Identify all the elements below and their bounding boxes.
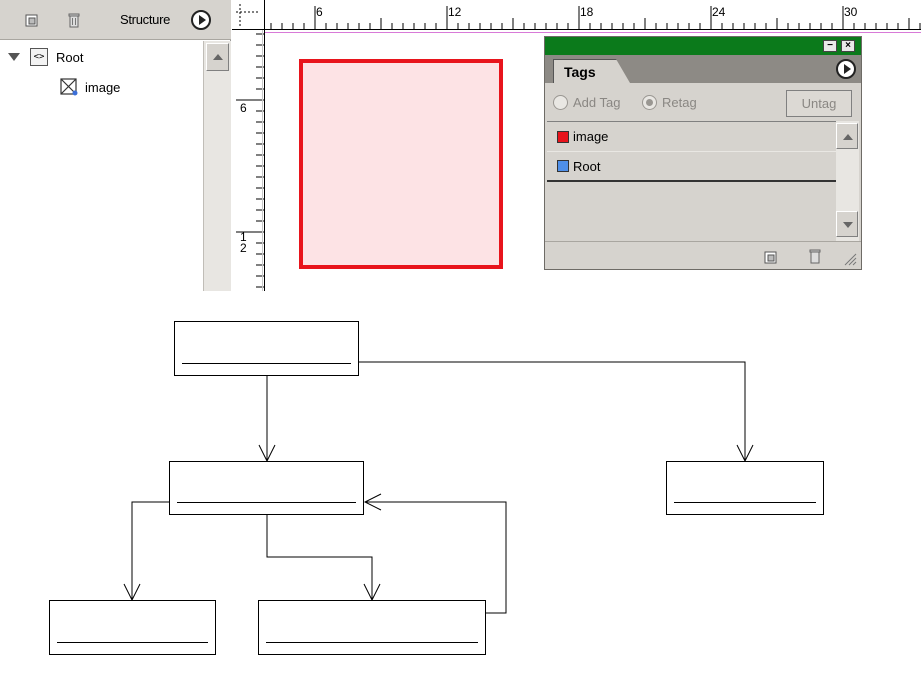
structure-panel-title: Structure: [120, 12, 171, 27]
tree-item-label: image: [85, 79, 121, 95]
radio-indicator: [642, 95, 657, 110]
retag-radio[interactable]: Retag: [642, 95, 697, 110]
tag-item-image[interactable]: image: [547, 122, 836, 152]
add-tag-radio[interactable]: Add Tag: [553, 95, 620, 110]
new-tag-icon[interactable]: [763, 249, 779, 265]
box-bottom-right: [258, 600, 486, 655]
tree-item-image[interactable]: image: [60, 77, 120, 97]
structure-toolbar: Structure: [0, 0, 231, 40]
arrow-up-icon: [843, 134, 853, 140]
connector-feedback: [365, 501, 507, 614]
tags-panel-titlebar[interactable]: − ×: [545, 37, 861, 55]
ruler-origin-ticks: [236, 4, 260, 26]
element-icon: <>: [30, 48, 48, 66]
trash-icon[interactable]: [66, 12, 82, 28]
tag-color-swatch: [557, 130, 569, 143]
new-element-icon[interactable]: [24, 12, 40, 28]
margin-guide: [265, 32, 921, 33]
hierarchy-diagram: [0, 291, 921, 694]
box-top: [174, 321, 359, 376]
tags-panel-footer: [545, 241, 861, 269]
box-underline: [266, 642, 478, 643]
arrow-down-icon: [843, 222, 853, 228]
vertical-ruler[interactable]: 6 1 2: [232, 30, 265, 291]
ruler-label: 24: [712, 5, 726, 19]
scroll-down-button[interactable]: [836, 211, 858, 237]
ruler-label: 18: [580, 5, 594, 19]
indesign-screenshot: Structure <> Root image 6 12 18 24 30 6 …: [0, 0, 921, 291]
tags-panel: − × Tags Add Tag Retag Untag image Root: [544, 36, 862, 270]
structure-panel: Structure <> Root image: [0, 0, 231, 291]
box-underline: [57, 642, 208, 643]
add-tag-label: Add Tag: [573, 95, 621, 110]
tag-mode-options: Add Tag Retag Untag: [545, 83, 861, 121]
horizontal-ruler[interactable]: 6 12 18 24 30: [265, 0, 921, 30]
panel-menu-icon[interactable]: [191, 10, 211, 30]
tags-scrollbar[interactable]: [836, 121, 859, 241]
box-underline: [674, 502, 816, 503]
panel-menu-icon[interactable]: [836, 59, 856, 79]
connector-top-right: [359, 361, 746, 461]
image-element-icon: [60, 78, 78, 96]
expand-triangle-icon[interactable]: [8, 53, 20, 61]
box-middle: [169, 461, 364, 515]
ruler-origin[interactable]: [232, 0, 265, 30]
column-guide: [262, 30, 263, 291]
tag-label: image: [573, 129, 609, 144]
tag-color-swatch: [557, 160, 569, 172]
structure-scrollbar[interactable]: [203, 41, 231, 291]
tags-list: image Root: [547, 121, 836, 241]
box-right: [666, 461, 824, 515]
scroll-up-button[interactable]: [836, 123, 858, 149]
tags-tab-bar: Tags: [545, 55, 861, 83]
tag-item-root[interactable]: Root: [547, 152, 836, 182]
untag-button[interactable]: Untag: [786, 90, 852, 117]
ruler-label: 12: [448, 5, 462, 19]
structure-tree: <> Root image: [0, 41, 203, 291]
tree-item-root[interactable]: <> Root: [8, 47, 83, 67]
image-frame[interactable]: [299, 59, 503, 269]
resize-grip-icon[interactable]: [841, 250, 857, 266]
tree-item-label: Root: [56, 49, 84, 65]
ruler-label: 6: [316, 5, 323, 19]
connector-middle-bottom-left: [131, 501, 169, 600]
close-icon[interactable]: ×: [841, 40, 855, 52]
box-bottom-left: [49, 600, 216, 655]
tag-label: Root: [573, 158, 601, 174]
arrow-up-icon: [213, 54, 223, 60]
minimize-icon[interactable]: −: [823, 40, 837, 52]
ruler-label: 1 2: [240, 230, 247, 255]
retag-label: Retag: [662, 95, 697, 110]
ruler-label: 6: [240, 101, 247, 115]
trash-icon[interactable]: [807, 248, 823, 264]
box-underline: [182, 363, 351, 364]
ruler-label: 30: [844, 5, 858, 19]
box-underline: [177, 502, 356, 503]
tab-tags[interactable]: Tags: [553, 59, 630, 83]
scroll-up-button[interactable]: [206, 43, 229, 71]
vertical-ruler-ticks: [236, 33, 265, 288]
connector-middle-bottom-right: [266, 515, 373, 600]
radio-indicator: [553, 95, 568, 110]
